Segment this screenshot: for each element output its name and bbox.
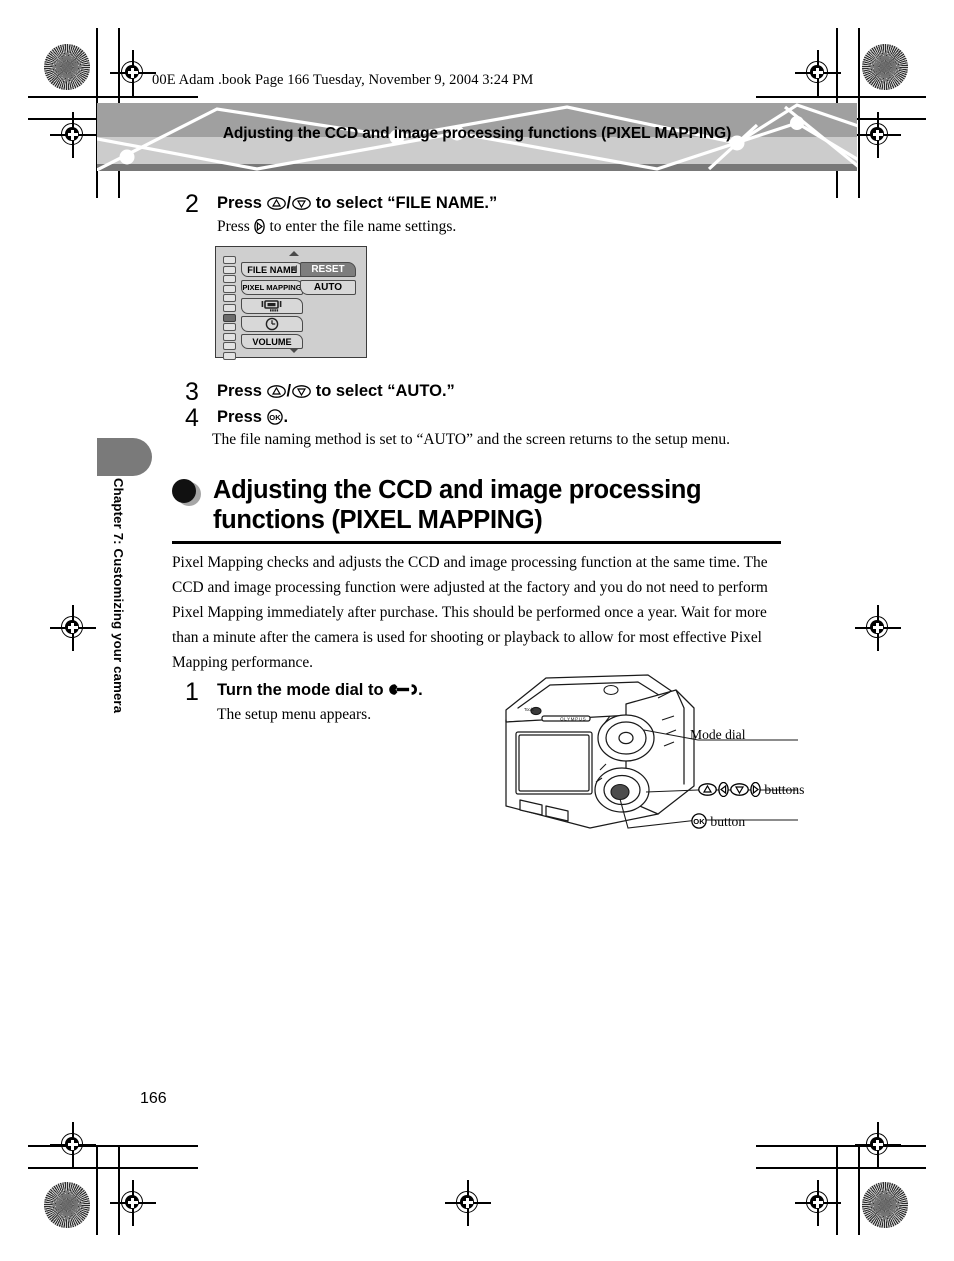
step-heading-suffix: . bbox=[283, 408, 289, 426]
svg-text:Tools: Tools bbox=[524, 707, 534, 712]
up-arrow-button-icon bbox=[267, 197, 286, 210]
step-heading-suffix: to select “AUTO.” bbox=[311, 382, 455, 400]
step-number: 2 bbox=[185, 190, 199, 218]
svg-text:OK: OK bbox=[693, 817, 705, 826]
scroll-segment bbox=[223, 284, 236, 293]
scroll-segment bbox=[223, 275, 236, 284]
scroll-segment bbox=[223, 332, 236, 341]
scroll-segment bbox=[223, 323, 236, 332]
registration-rosette-icon bbox=[862, 1182, 908, 1228]
camera-illustration: Tools OLYMPUS bbox=[498, 668, 808, 848]
step-number: 1 bbox=[185, 678, 199, 706]
crop-line bbox=[96, 1145, 98, 1235]
lcd-menu-figure: FILE NAME PIXEL MAPPING VOLUME RESET AUT… bbox=[215, 246, 367, 360]
scroll-segment bbox=[223, 342, 236, 351]
chapter-tab-label: Chapter 7: Customizing your camera bbox=[111, 478, 126, 714]
lcd-inner: FILE NAME PIXEL MAPPING VOLUME RESET AUT… bbox=[216, 247, 366, 360]
down-arrow-button-icon bbox=[291, 385, 311, 398]
wrench-setup-icon bbox=[389, 684, 418, 695]
lcd-menu-item-clock[interactable] bbox=[241, 316, 303, 332]
lcd-option-reset[interactable]: RESET bbox=[300, 262, 356, 277]
page-number: 166 bbox=[140, 1090, 167, 1107]
chapter-banner: Adjusting the CCD and image processing f… bbox=[97, 103, 857, 171]
left-arrow-button-icon bbox=[717, 782, 729, 797]
lcd-menu-item-pixel-mapping[interactable]: PIXEL MAPPING bbox=[241, 280, 303, 295]
registration-target-icon bbox=[50, 605, 96, 651]
section-bullet-icon bbox=[172, 479, 201, 507]
step-body: The file naming method is set to “AUTO” … bbox=[212, 431, 730, 448]
chapter-tab-marker bbox=[97, 438, 152, 476]
ok-button-icon: OK bbox=[267, 409, 283, 425]
step-heading-prefix: Turn the mode dial to bbox=[217, 681, 389, 699]
step-heading-prefix: Press bbox=[217, 382, 267, 400]
step-heading-suffix: to select “FILE NAME.” bbox=[311, 194, 498, 212]
step-heading: Press / to select “AUTO.” bbox=[217, 382, 455, 400]
lcd-scroll-indicator bbox=[223, 256, 236, 362]
scroll-segment bbox=[223, 265, 236, 274]
monitor-brightness-icon bbox=[261, 300, 282, 312]
callout-arrow-buttons: buttons bbox=[697, 782, 804, 798]
step-number: 3 bbox=[185, 378, 199, 406]
registration-target-icon bbox=[855, 605, 901, 651]
registration-target-icon bbox=[445, 1180, 491, 1226]
step-body: Press to enter the file name settings. bbox=[217, 217, 456, 237]
step-heading-suffix: . bbox=[418, 681, 423, 699]
callout-ok-button-label: button bbox=[707, 814, 746, 829]
step-number: 4 bbox=[185, 404, 199, 432]
step-body-suffix: to enter the file name settings. bbox=[265, 218, 457, 235]
right-arrow-button-icon bbox=[749, 782, 761, 797]
section-title: Adjusting the CCD and image processing f… bbox=[213, 476, 702, 535]
step-body-prefix: Press bbox=[217, 218, 254, 235]
scroll-segment bbox=[223, 303, 236, 312]
down-arrow-button-icon bbox=[729, 783, 749, 796]
callout-mode-dial: Mode dial bbox=[690, 727, 746, 742]
step-heading: Press / to select “FILE NAME.” bbox=[217, 194, 497, 212]
section-underline bbox=[172, 541, 781, 544]
step-heading-prefix: Press bbox=[217, 408, 267, 426]
registration-target-icon bbox=[795, 50, 841, 96]
up-arrow-button-icon bbox=[267, 385, 286, 398]
ok-button-icon: OK bbox=[690, 813, 707, 829]
lcd-menu-item-volume[interactable]: VOLUME bbox=[241, 334, 303, 349]
camera-line-drawing: Tools OLYMPUS bbox=[505, 674, 798, 829]
registration-target-icon bbox=[795, 1180, 841, 1226]
step-heading: Turn the mode dial to . bbox=[217, 681, 423, 699]
registration-target-icon bbox=[855, 1122, 901, 1168]
lcd-option-auto[interactable]: AUTO bbox=[300, 280, 356, 295]
svg-text:OK: OK bbox=[269, 413, 281, 422]
callout-ok-button: OK button bbox=[690, 813, 745, 830]
down-arrow-button-icon bbox=[291, 197, 311, 210]
running-head-text: 00E Adam .book Page 166 Tuesday, Novembe… bbox=[152, 72, 534, 88]
up-arrow-button-icon bbox=[697, 783, 717, 796]
section-paragraph: Pixel Mapping checks and adjusts the CCD… bbox=[172, 554, 768, 671]
banner-title: Adjusting the CCD and image processing f… bbox=[222, 124, 732, 142]
scroll-segment bbox=[223, 294, 236, 303]
callout-arrow-buttons-label: buttons bbox=[761, 782, 805, 797]
registration-rosette-icon bbox=[44, 1182, 90, 1228]
crop-line bbox=[756, 96, 926, 98]
step-heading-slash: / bbox=[286, 382, 292, 400]
registration-rosette-icon bbox=[862, 44, 908, 90]
scroll-segment bbox=[223, 256, 236, 264]
crop-line bbox=[28, 96, 198, 98]
scroll-segment bbox=[223, 351, 236, 360]
scroll-up-arrow-icon bbox=[289, 251, 299, 256]
step-body: The setup menu appears. bbox=[217, 706, 372, 723]
lcd-selection-arrow-icon bbox=[292, 265, 297, 273]
right-arrow-button-icon bbox=[254, 219, 265, 234]
svg-text:OLYMPUS: OLYMPUS bbox=[560, 717, 586, 722]
step-heading-slash: / bbox=[286, 194, 292, 212]
scroll-segment-active bbox=[223, 313, 236, 322]
registration-target-icon bbox=[50, 112, 96, 158]
step-heading: Press OK. bbox=[217, 408, 288, 426]
registration-target-icon bbox=[855, 112, 901, 158]
registration-rosette-icon bbox=[44, 44, 90, 90]
registration-target-icon bbox=[50, 1122, 96, 1168]
bullet-dot bbox=[172, 479, 196, 503]
step-heading-prefix: Press bbox=[217, 194, 267, 212]
clock-icon bbox=[265, 317, 279, 331]
registration-target-icon bbox=[110, 1180, 156, 1226]
registration-target-icon bbox=[110, 50, 156, 96]
lcd-menu-item-monitor[interactable] bbox=[241, 298, 303, 314]
